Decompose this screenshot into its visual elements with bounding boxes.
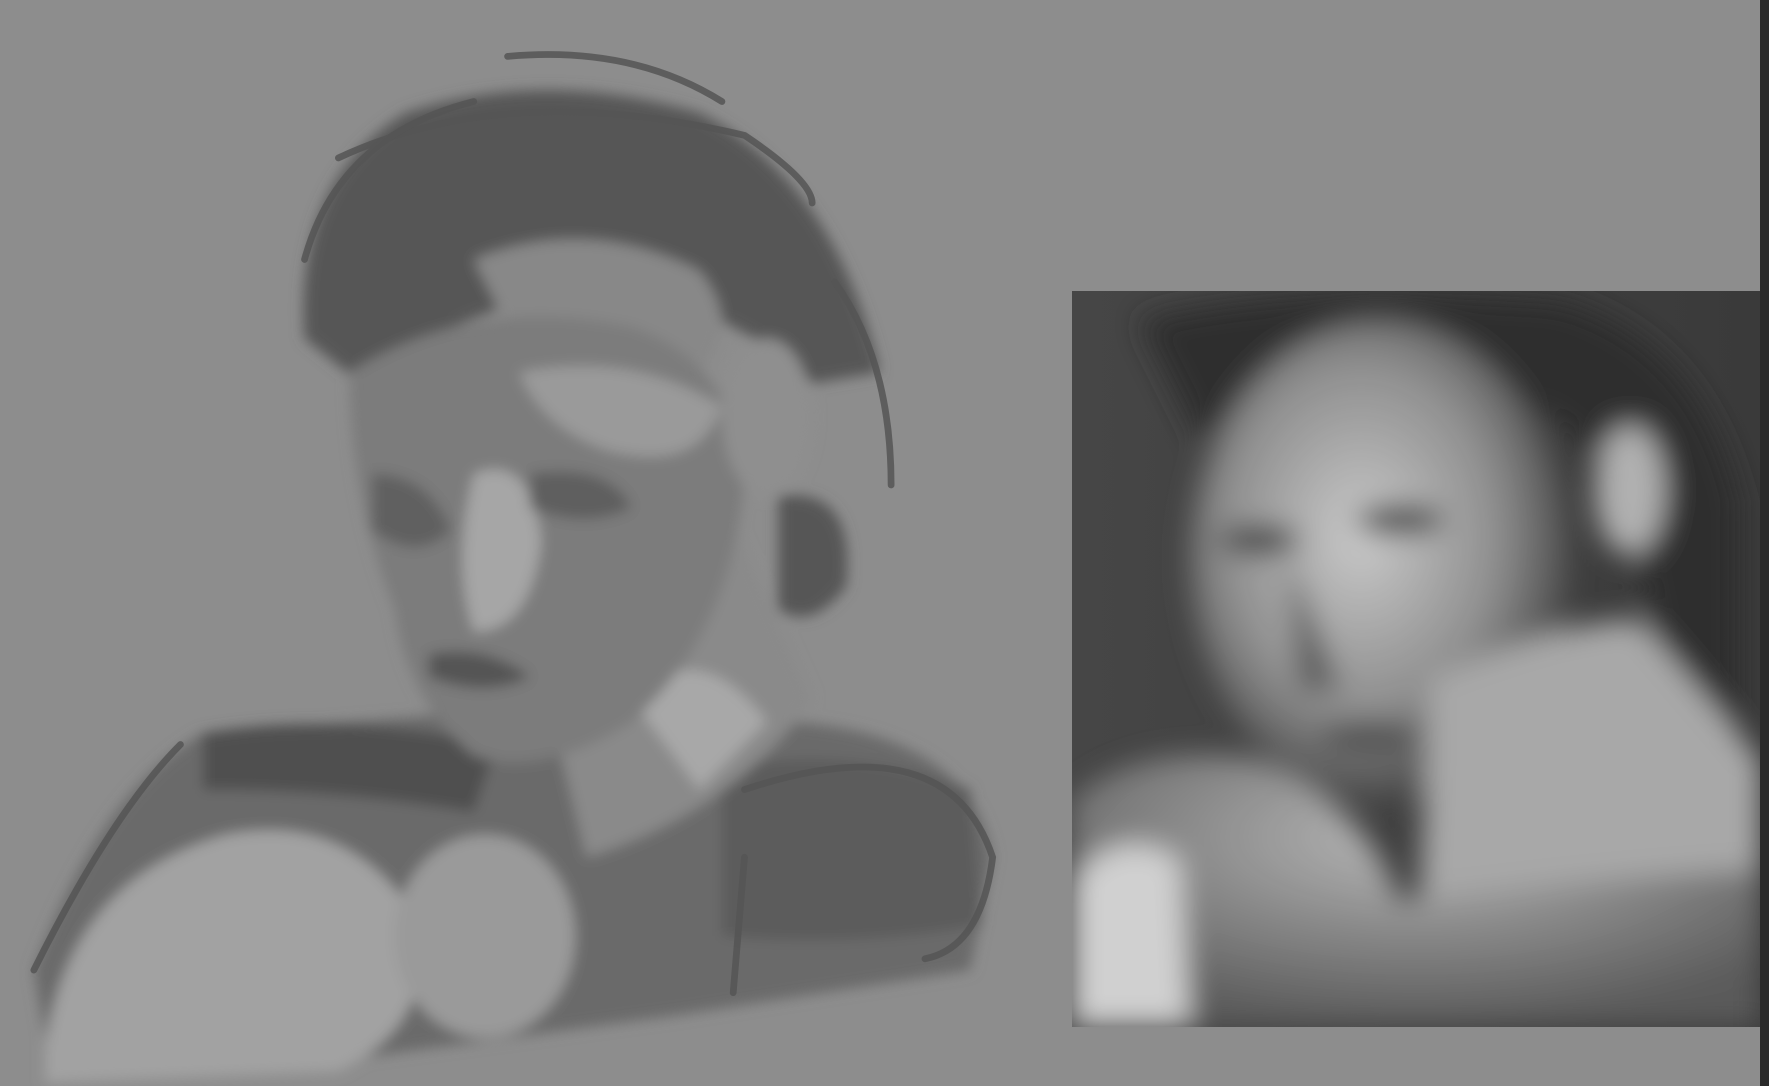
panel-edge xyxy=(1760,0,1769,1086)
painting-canvas[interactable] xyxy=(0,0,1760,1086)
reference-photo xyxy=(1072,291,1760,1027)
canvas-artwork xyxy=(30,51,1760,1083)
sketch-study xyxy=(30,51,997,1083)
